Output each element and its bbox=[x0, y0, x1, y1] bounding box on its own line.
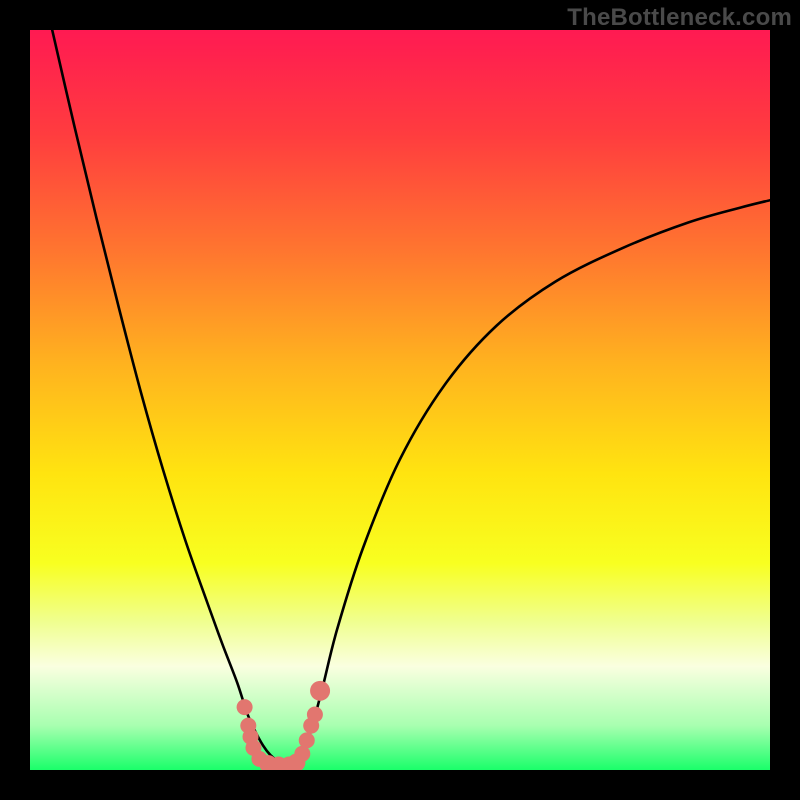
marker-point bbox=[299, 732, 315, 748]
marker-point bbox=[307, 707, 323, 723]
chart-svg bbox=[30, 30, 770, 770]
marker-point bbox=[310, 681, 330, 701]
marker-point bbox=[237, 699, 253, 715]
plot-area bbox=[30, 30, 770, 770]
gradient-background bbox=[30, 30, 770, 770]
watermark-text: TheBottleneck.com bbox=[567, 4, 792, 32]
chart-frame: TheBottleneck.com bbox=[0, 0, 800, 800]
